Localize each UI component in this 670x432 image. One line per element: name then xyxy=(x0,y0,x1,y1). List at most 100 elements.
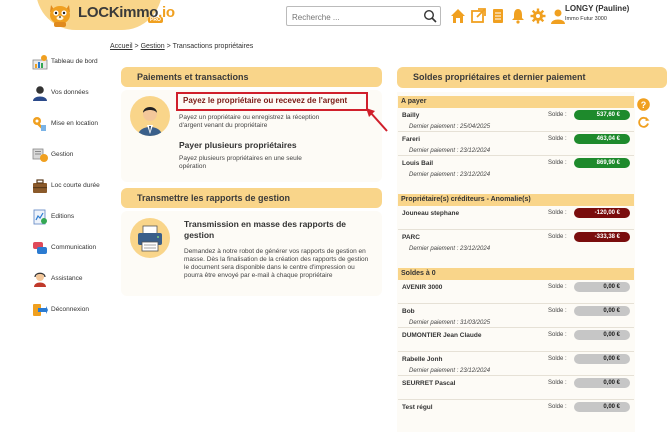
balances-title: Soldes propriétaires et dernier paiement xyxy=(397,67,667,88)
balance-amount: 0,00 € xyxy=(574,402,630,412)
row-divider xyxy=(398,303,634,304)
pay-owner-link[interactable]: Payez le propriétaire ou recevez de l'ar… xyxy=(183,96,347,105)
sidebar-item-label: Déconnexion xyxy=(51,306,89,313)
last-payment: Dernier paiement : 23/12/2024 xyxy=(409,368,491,374)
bell-icon[interactable] xyxy=(510,8,526,24)
owner-name: Louis Bail xyxy=(402,160,434,167)
balance-amount: 0,00 € xyxy=(574,306,630,316)
balance-amount: 0,00 € xyxy=(574,354,630,364)
external-link-icon[interactable] xyxy=(470,8,486,24)
person-icon xyxy=(33,85,47,101)
owner-name: DUMONTIER Jean Claude xyxy=(402,332,482,339)
payments-card-title: Paiements et transactions xyxy=(121,67,382,87)
sidebar-item-label: Assistance xyxy=(51,275,83,282)
dashboard-icon xyxy=(32,54,48,69)
section-header-soldes-zero: Soldes à 0 xyxy=(398,268,634,280)
solde-label: Solde : xyxy=(548,284,567,290)
sidebar-item-assistance[interactable]: Assistance xyxy=(32,263,112,294)
owner-name: Jouneau stephane xyxy=(402,210,460,217)
row-divider xyxy=(398,351,634,352)
sidebar-item-label: Gestion xyxy=(51,151,74,158)
row-divider xyxy=(398,327,634,328)
breadcrumb-gestion-link[interactable]: Gestion xyxy=(141,43,165,50)
breadcrumb-current: Transactions propriétaires xyxy=(172,43,254,50)
sidebar: Tableau de bord Vos données Mise en loca… xyxy=(32,46,112,325)
sidebar-item-loc-courte-duree[interactable]: Loc courte durée xyxy=(32,170,112,201)
owner-name: PARC xyxy=(402,234,420,241)
gear-icon[interactable] xyxy=(530,8,546,24)
breadcrumb-separator: > xyxy=(134,43,139,50)
last-payment: Dernier paiement : 25/04/2025 xyxy=(409,124,491,130)
sidebar-item-label: Loc courte durée xyxy=(51,182,100,189)
solde-label: Solde : xyxy=(548,332,567,338)
solde-label: Solde : xyxy=(548,308,567,314)
home-icon[interactable] xyxy=(450,8,466,24)
pay-multiple-link[interactable]: Payer plusieurs propriétaires xyxy=(179,140,297,151)
breadcrumb: Accueil > Gestion > Transactions proprié… xyxy=(110,43,253,50)
owner-name: Rabelle Jonh xyxy=(402,356,443,363)
user-icon[interactable] xyxy=(550,8,566,24)
pay-owner-description: Payez un propriétaire ou enregistrez la … xyxy=(179,114,320,129)
sidebar-item-communication[interactable]: Communication xyxy=(32,232,112,263)
sidebar-item-editions[interactable]: Editions xyxy=(32,201,112,232)
bulk-reports-link[interactable]: Transmission en masse des rapports de ge… xyxy=(184,219,369,241)
sidebar-item-label: Tableau de bord xyxy=(51,58,98,65)
breadcrumb-home-link[interactable]: Accueil xyxy=(110,43,133,50)
document-icon[interactable] xyxy=(490,8,506,24)
logo-pro-badge: PRO xyxy=(148,17,163,23)
sidebar-item-gestion[interactable]: Gestion xyxy=(32,139,112,170)
key-icon xyxy=(33,116,46,131)
sidebar-item-label: Vos données xyxy=(51,89,89,96)
solde-label: Solde : xyxy=(548,136,567,142)
solde-label: Solde : xyxy=(548,234,567,240)
cat-mascot-icon xyxy=(50,5,70,27)
balance-amount: 537,60 € xyxy=(574,110,630,120)
sidebar-item-deconnexion[interactable]: Déconnexion xyxy=(32,294,112,325)
sidebar-item-dashboard[interactable]: Tableau de bord xyxy=(32,46,112,77)
row-divider xyxy=(398,155,634,156)
last-payment: Dernier paiement : 23/12/2024 xyxy=(409,246,491,252)
section-header-a-payer: A payer xyxy=(398,96,634,108)
search-input[interactable] xyxy=(287,8,412,27)
svg-text:?: ? xyxy=(641,100,647,110)
header-toolbar xyxy=(450,8,566,24)
support-icon xyxy=(34,272,46,287)
pay-multiple-description: Payez plusieurs propriétaires en une seu… xyxy=(179,155,302,170)
sidebar-item-vos-donnees[interactable]: Vos données xyxy=(32,77,112,108)
owner-name: Bob xyxy=(402,308,415,315)
section-header-crediteurs: Propriétaire(s) créditeurs - Anomalie(s) xyxy=(398,194,634,206)
reports-card-title: Transmettre les rapports de gestion xyxy=(121,188,382,208)
balance-amount: 0,00 € xyxy=(574,330,630,340)
balance-amount: -120,00 € xyxy=(574,208,630,218)
sidebar-item-mise-en-location[interactable]: Mise en location xyxy=(32,108,112,139)
last-payment: Dernier paiement : 31/03/2025 xyxy=(409,320,491,326)
search-icon[interactable] xyxy=(423,9,437,23)
logout-icon xyxy=(33,303,48,316)
row-divider xyxy=(398,229,634,230)
suitcase-icon xyxy=(33,178,47,193)
balance-amount: -333,38 € xyxy=(574,232,630,242)
owner-avatar xyxy=(130,96,170,136)
user-name[interactable]: LONGY (Pauline) xyxy=(565,4,629,13)
balance-amount: 0,00 € xyxy=(574,282,630,292)
solde-label: Solde : xyxy=(548,356,567,362)
bulk-reports-description: Demandez à notre robot de générer vos ra… xyxy=(184,248,369,279)
owner-name: Bailly xyxy=(402,112,420,119)
refresh-icon[interactable] xyxy=(637,116,650,129)
app-logo[interactable]: LOCKimmo.io PRO xyxy=(36,0,175,30)
sidebar-item-label: Mise en location xyxy=(51,120,98,127)
businessman-icon xyxy=(138,107,162,136)
help-icon[interactable]: ? xyxy=(637,98,650,111)
sidebar-item-label: Editions xyxy=(51,213,75,220)
balance-amount: 0,00 € xyxy=(574,378,630,388)
last-payment: Dernier paiement : 23/12/2024 xyxy=(409,172,491,178)
user-agency: Immo Futur 3000 xyxy=(565,16,607,22)
balance-amount: 869,90 € xyxy=(574,158,630,168)
sidebar-item-label: Communication xyxy=(51,244,97,251)
red-arrow-annotation xyxy=(366,108,388,132)
row-divider xyxy=(398,375,634,376)
solde-label: Solde : xyxy=(548,404,567,410)
row-divider xyxy=(398,131,634,132)
solde-label: Solde : xyxy=(548,112,567,118)
owner-name: AVENIR 3000 xyxy=(402,284,443,291)
